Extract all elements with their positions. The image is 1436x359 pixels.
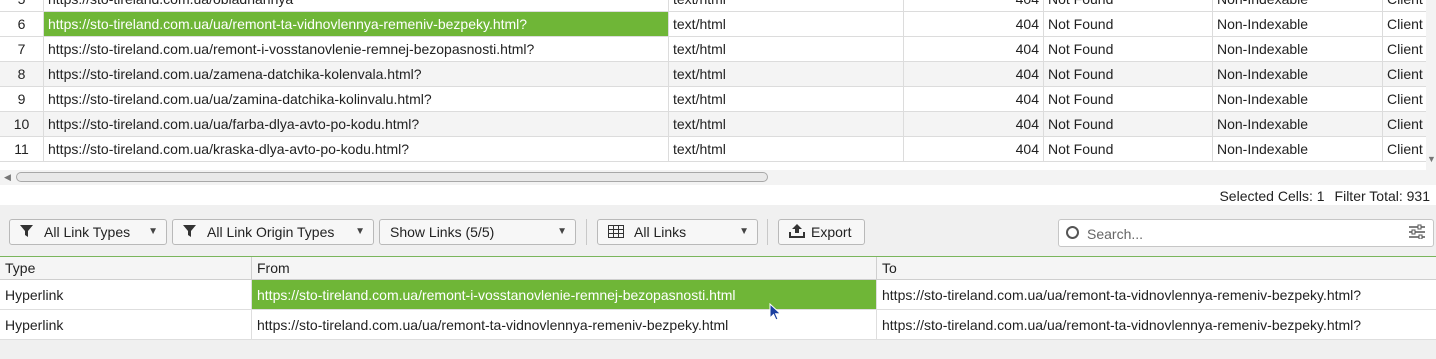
filter-icon	[20, 220, 33, 246]
mouse-cursor-icon	[769, 303, 782, 321]
scroll-down-arrow-icon[interactable]: ▼	[1427, 154, 1436, 164]
filter-icon	[183, 220, 196, 246]
status-code-cell[interactable]: 404	[904, 0, 1044, 12]
status-bar: Selected Cells: 1 Filter Total: 931	[0, 185, 1436, 205]
indexability-status-cell[interactable]: Client	[1383, 37, 1426, 62]
indexability-status-cell[interactable]: Client	[1383, 112, 1426, 137]
search-icon	[1066, 226, 1079, 239]
type-cell[interactable]: Hyperlink	[0, 280, 252, 310]
status-cell[interactable]: Not Found	[1044, 0, 1213, 12]
all-links-dropdown[interactable]: All Links ▼	[597, 219, 758, 245]
column-header-from[interactable]: From	[252, 257, 877, 280]
from-cell-selected[interactable]: https://sto-tireland.com.ua/remont-i-vos…	[252, 280, 877, 310]
address-cell[interactable]: https://sto-tireland.com.ua/obladnannya	[44, 0, 669, 12]
status-code-cell[interactable]: 404	[904, 37, 1044, 62]
status-cell[interactable]: Not Found	[1044, 112, 1213, 137]
indexability-cell[interactable]: Non-Indexable	[1213, 62, 1383, 87]
links-table-header: Type From To	[0, 257, 1436, 280]
address-cell[interactable]: https://sto-tireland.com.ua/ua/farba-dly…	[44, 112, 669, 137]
indexability-status-cell[interactable]: Client	[1383, 62, 1426, 87]
row-number: 7	[0, 37, 44, 62]
chevron-down-icon: ▼	[148, 226, 158, 237]
address-cell[interactable]: https://sto-tireland.com.ua/remont-i-vos…	[44, 37, 669, 62]
selected-cells-count: Selected Cells: 1	[1219, 188, 1325, 204]
row-number: 9	[0, 87, 44, 112]
table-row[interactable]: 9 https://sto-tireland.com.ua/ua/zamina-…	[0, 87, 1426, 112]
address-cell[interactable]: https://sto-tireland.com.ua/zamena-datch…	[44, 62, 669, 87]
chevron-down-icon: ▼	[739, 226, 749, 237]
settings-sliders-icon[interactable]	[1409, 224, 1425, 243]
grid-icon	[608, 220, 624, 246]
address-cell[interactable]: https://sto-tireland.com.ua/kraska-dlya-…	[44, 137, 669, 162]
indexability-cell[interactable]: Non-Indexable	[1213, 0, 1383, 12]
links-toolbar: All Link Types ▼ All Link Origin Types ▼…	[0, 205, 1436, 257]
status-code-cell[interactable]: 404	[904, 12, 1044, 37]
all-link-origin-types-dropdown[interactable]: All Link Origin Types ▼	[172, 219, 374, 245]
content-type-cell[interactable]: text/html	[669, 0, 904, 12]
toolbar-divider	[767, 219, 768, 245]
content-type-cell[interactable]: text/html	[669, 12, 904, 37]
indexability-cell[interactable]: Non-Indexable	[1213, 137, 1383, 162]
row-number: 10	[0, 112, 44, 137]
indexability-status-cell[interactable]: Client	[1383, 12, 1426, 37]
row-number: 11	[0, 137, 44, 162]
content-type-cell[interactable]: text/html	[669, 37, 904, 62]
to-cell[interactable]: https://sto-tireland.com.ua/ua/remont-ta…	[877, 280, 1436, 310]
content-type-cell[interactable]: text/html	[669, 137, 904, 162]
table-row[interactable]: 8 https://sto-tireland.com.ua/zamena-dat…	[0, 62, 1426, 87]
indexability-status-cell[interactable]: Client	[1383, 87, 1426, 112]
chevron-down-icon: ▼	[557, 226, 567, 237]
indexability-status-cell[interactable]: Client	[1383, 0, 1426, 12]
table-row[interactable]: Hyperlink https://sto-tireland.com.ua/ua…	[0, 310, 1436, 340]
status-cell[interactable]: Not Found	[1044, 137, 1213, 162]
scroll-left-arrow-icon[interactable]: ◀	[4, 170, 11, 185]
status-code-cell[interactable]: 404	[904, 62, 1044, 87]
row-number: 5	[0, 0, 44, 12]
status-cell[interactable]: Not Found	[1044, 87, 1213, 112]
row-number: 6	[0, 12, 44, 37]
table-row[interactable]: 5 https://sto-tireland.com.ua/obladnanny…	[0, 0, 1426, 12]
type-cell[interactable]: Hyperlink	[0, 310, 252, 340]
from-cell[interactable]: https://sto-tireland.com.ua/ua/remont-ta…	[252, 310, 877, 340]
table-row[interactable]: Hyperlink https://sto-tireland.com.ua/re…	[0, 280, 1436, 310]
status-cell[interactable]: Not Found	[1044, 37, 1213, 62]
table-row[interactable]: 11 https://sto-tireland.com.ua/kraska-dl…	[0, 137, 1426, 162]
column-header-type[interactable]: Type	[0, 257, 252, 280]
table-row[interactable]: 7 https://sto-tireland.com.ua/remont-i-v…	[0, 37, 1426, 62]
status-cell[interactable]: Not Found	[1044, 62, 1213, 87]
content-type-cell[interactable]: text/html	[669, 87, 904, 112]
indexability-cell[interactable]: Non-Indexable	[1213, 12, 1383, 37]
indexability-cell[interactable]: Non-Indexable	[1213, 112, 1383, 137]
content-type-cell[interactable]: text/html	[669, 62, 904, 87]
indexability-status-cell[interactable]: Client	[1383, 137, 1426, 162]
indexability-cell[interactable]: Non-Indexable	[1213, 37, 1383, 62]
status-code-cell[interactable]: 404	[904, 87, 1044, 112]
search-box[interactable]	[1058, 219, 1434, 247]
show-links-dropdown[interactable]: Show Links (5/5) ▼	[379, 219, 576, 245]
chevron-down-icon: ▼	[355, 226, 365, 237]
toolbar-divider	[586, 219, 587, 245]
search-input[interactable]	[1085, 222, 1399, 246]
table-row-selected[interactable]: 6 https://sto-tireland.com.ua/ua/remont-…	[0, 12, 1426, 37]
indexability-cell[interactable]: Non-Indexable	[1213, 87, 1383, 112]
all-link-types-dropdown[interactable]: All Link Types ▼	[9, 219, 167, 245]
table-row[interactable]: 10 https://sto-tireland.com.ua/ua/farba-…	[0, 112, 1426, 137]
status-code-cell[interactable]: 404	[904, 112, 1044, 137]
content-type-cell[interactable]: text/html	[669, 112, 904, 137]
address-cell-selected[interactable]: https://sto-tireland.com.ua/ua/remont-ta…	[44, 12, 669, 37]
urls-table: 5 https://sto-tireland.com.ua/obladnanny…	[0, 0, 1426, 162]
address-cell[interactable]: https://sto-tireland.com.ua/ua/zamina-da…	[44, 87, 669, 112]
horizontal-scrollbar[interactable]: ◀	[0, 170, 1436, 185]
links-table: Type From To Hyperlink https://sto-tirel…	[0, 257, 1436, 359]
vertical-scrollbar[interactable]: ▼	[1426, 0, 1436, 170]
filter-total-count: Filter Total: 931	[1334, 188, 1430, 204]
row-number: 8	[0, 62, 44, 87]
column-header-to[interactable]: To	[877, 257, 1436, 280]
export-icon	[789, 220, 805, 246]
status-code-cell[interactable]: 404	[904, 137, 1044, 162]
to-cell[interactable]: https://sto-tireland.com.ua/ua/remont-ta…	[877, 310, 1436, 340]
horizontal-scrollbar-thumb[interactable]	[16, 172, 768, 182]
export-button[interactable]: Export	[778, 219, 865, 245]
status-cell[interactable]: Not Found	[1044, 12, 1213, 37]
